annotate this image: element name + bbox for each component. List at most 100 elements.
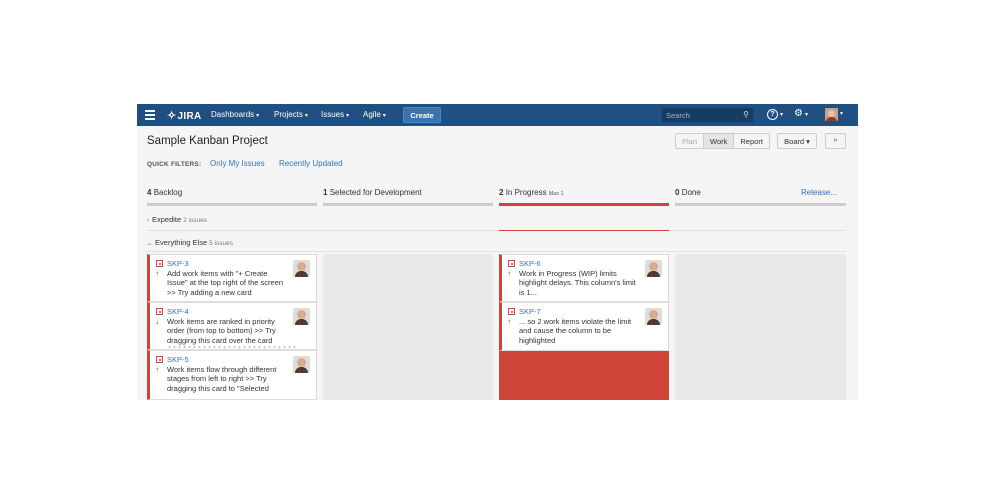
column-count: 1 [323, 188, 328, 197]
assignee-avatar [645, 260, 662, 277]
bug-type-icon [156, 356, 163, 363]
column-count: 0 [675, 188, 680, 197]
priority-up-icon: ↑ [155, 365, 159, 374]
board-menu-button[interactable]: Board ▾ [777, 133, 817, 149]
issue-card[interactable]: SKP-3 ↑ Add work items with "+ Create Is… [147, 254, 317, 302]
issue-card[interactable]: SKP-5 ↑ Work items flow through differen… [147, 350, 317, 400]
issue-summary: Add work items with "+ Create Issue" at … [167, 269, 284, 297]
chevron-down-icon[interactable]: ▾ [840, 110, 843, 117]
page-title: Sample Kanban Project [147, 135, 268, 147]
help-icon: ? [767, 109, 778, 120]
bug-type-icon [508, 308, 515, 315]
mode-plan-button[interactable]: Plan [675, 133, 705, 149]
board-mode-switcher: Plan Work Report [675, 133, 770, 149]
swimlane-divider [147, 230, 846, 231]
issue-key[interactable]: SKP-7 [519, 307, 541, 316]
column-header-done: 0 Done [675, 188, 701, 197]
column-body-done [675, 254, 846, 400]
chevron-right-icon: › [147, 218, 149, 224]
release-link[interactable]: Release... [801, 188, 837, 197]
wip-limit-label: Max 1 [548, 191, 564, 197]
nav-issues[interactable]: Issues ▾ [321, 110, 349, 119]
column-name: In Progress [505, 188, 547, 197]
user-avatar[interactable] [825, 108, 838, 121]
issue-key[interactable]: SKP-6 [519, 259, 541, 268]
column-header-selected: 1 Selected for Development [323, 188, 422, 197]
priority-up-icon: ↑ [507, 269, 511, 278]
issue-key[interactable]: SKP-3 [167, 259, 189, 268]
app-switcher-menu-icon[interactable] [145, 110, 155, 120]
nav-dashboards-label: Dashboards [211, 110, 255, 119]
column-name: Backlog [153, 188, 183, 197]
column-name: Done [681, 188, 701, 197]
swimlane-count: 2 issues [183, 217, 208, 224]
column-name: Selected for Development [329, 188, 422, 197]
priority-down-icon: ↓ [155, 317, 159, 326]
search-input[interactable] [666, 109, 738, 121]
bug-type-icon [156, 260, 163, 267]
drop-target-indicator [167, 346, 297, 348]
assignee-avatar [293, 308, 310, 325]
nav-projects-label: Projects [274, 110, 303, 119]
column-header-bar [323, 203, 493, 206]
chevron-down-icon: ▾ [256, 113, 260, 119]
priority-up-icon: ↑ [155, 269, 159, 278]
top-navigation-bar: ✧JIRA Dashboards ▾ Projects ▾ Issues ▾ Agil… [137, 104, 858, 126]
quick-search: ⚲ [661, 107, 754, 123]
bug-type-icon [508, 260, 515, 267]
assignee-avatar [293, 356, 310, 373]
chevron-down-icon: ▾ [804, 112, 808, 118]
chevron-down-icon: ▾ [382, 113, 386, 119]
jira-logo-text: JIRA [177, 111, 202, 122]
issue-key[interactable]: SKP-5 [167, 355, 189, 364]
issue-summary: Work items are ranked in priority order … [167, 317, 276, 345]
swimlane-name: Expedite [152, 215, 182, 224]
column-header-backlog: 4 Backlog [147, 188, 182, 197]
column-header-in-progress: 2 In Progress Max 1 [499, 188, 564, 197]
issue-card[interactable]: SKP-4 ↓ Work items are ranked in priorit… [147, 302, 317, 350]
wip-exceeded-line [499, 230, 669, 231]
quick-filter-recently-updated[interactable]: Recently Updated [279, 159, 343, 168]
nav-issues-label: Issues [321, 110, 345, 119]
column-count: 4 [147, 188, 152, 197]
search-icon[interactable]: ⚲ [743, 110, 749, 119]
nav-agile[interactable]: Agile ▾ [363, 110, 386, 119]
help-menu[interactable]: ? ▾ [767, 108, 783, 120]
mode-work-button[interactable]: Work [703, 133, 735, 149]
quick-filters-label: QUICK FILTERS: [147, 161, 202, 168]
priority-up-icon: ↑ [507, 317, 511, 326]
chevron-down-icon: ▾ [304, 113, 308, 119]
column-count: 2 [499, 188, 504, 197]
assignee-avatar [293, 260, 310, 277]
mode-report-button[interactable]: Report [733, 133, 770, 149]
nav-agile-label: Agile [363, 110, 381, 119]
issue-card[interactable]: SKP-6 ↑ Work in Progress (WIP) limits hi… [499, 254, 669, 302]
swimlane-expedite[interactable]: › Expedite 2 issues [147, 215, 207, 224]
chevron-down-icon: ▾ [780, 112, 784, 118]
swimlane-everything-else[interactable]: ⌄ Everything Else 5 issues [147, 238, 233, 247]
gear-icon: ⚙ [794, 108, 803, 119]
swimlane-divider [147, 251, 846, 252]
issue-summary: Work in Progress (WIP) limits highlight … [519, 269, 636, 297]
chevron-down-icon: ▾ [346, 113, 350, 119]
assignee-avatar [645, 308, 662, 325]
jira-logo[interactable]: ✧JIRA [167, 109, 202, 122]
bug-type-icon [156, 308, 163, 315]
swimlane-count: 5 issues [209, 240, 233, 247]
issue-key[interactable]: SKP-4 [167, 307, 189, 316]
quick-filter-only-my-issues[interactable]: Only My Issues [210, 159, 265, 168]
column-header-bar-wip-exceeded [499, 203, 669, 206]
nav-dashboards[interactable]: Dashboards ▾ [211, 110, 259, 119]
column-body-selected [323, 254, 493, 400]
nav-projects[interactable]: Projects ▾ [274, 110, 308, 119]
issue-summary: ... so 2 work items violate the limit an… [519, 317, 632, 345]
issue-card[interactable]: SKP-7 ↑ ... so 2 work items violate the … [499, 302, 669, 351]
wip-exceeded-highlight [499, 351, 669, 400]
collapse-header-button[interactable]: » [825, 133, 846, 149]
column-header-bar [675, 203, 846, 206]
column-header-bar [147, 203, 317, 206]
chevron-down-icon: ⌄ [147, 241, 153, 247]
settings-menu[interactable]: ⚙ ▾ [794, 108, 808, 119]
create-issue-button[interactable]: Create [403, 107, 441, 123]
swimlane-name: Everything Else [155, 238, 208, 247]
